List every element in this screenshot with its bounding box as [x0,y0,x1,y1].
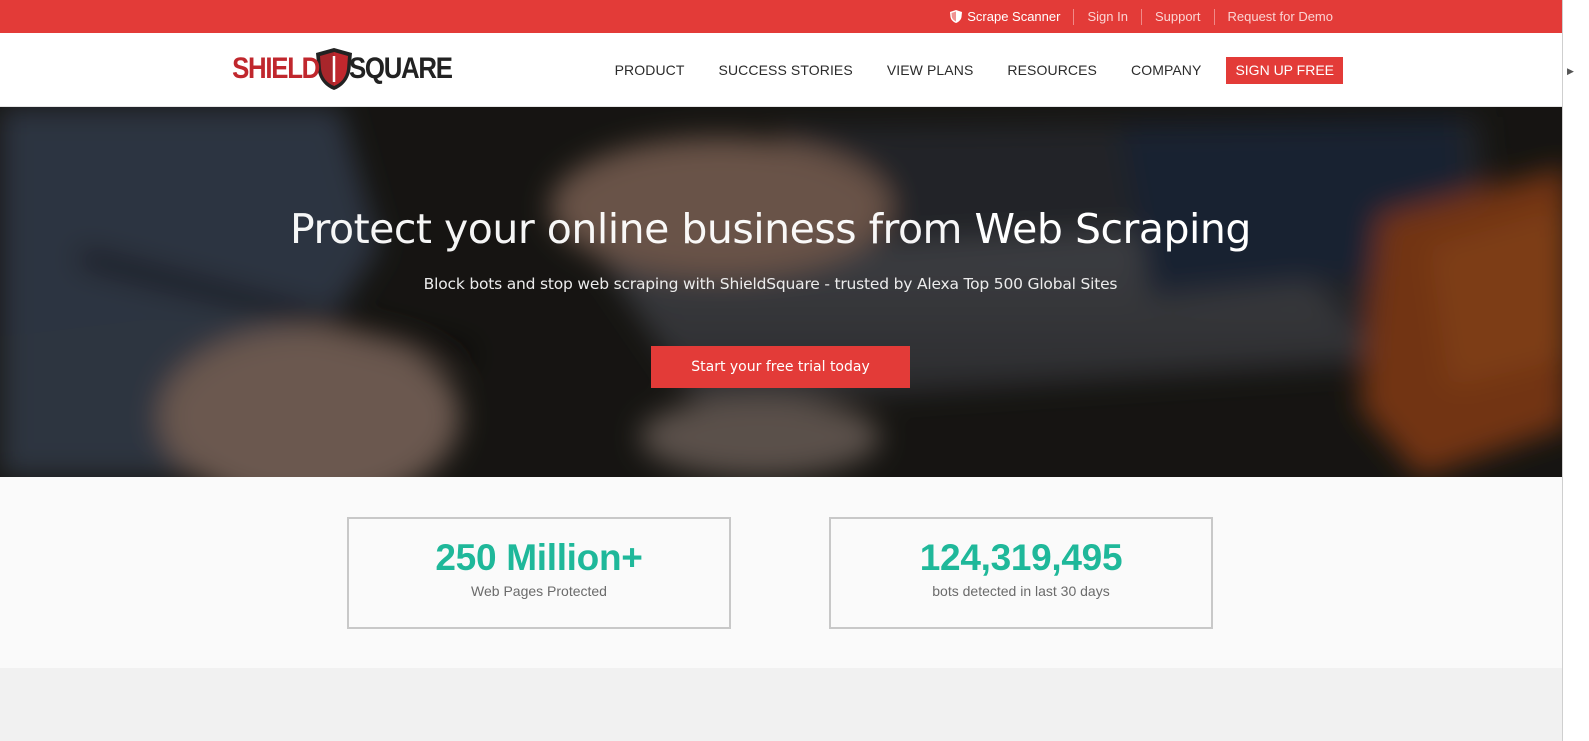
utility-links: Scrape Scanner Sign In Support Request f… [937,0,1346,33]
hero-subtitle: Block bots and stop web scraping with Sh… [423,275,1118,293]
main-nav: PRODUCT SUCCESS STORIES VIEW PLANS RESOU… [581,33,1343,107]
support-link[interactable]: Support [1140,8,1214,25]
stat-value: 124,319,495 [919,537,1123,578]
stats-section: 250 Million+ Web Pages Protected 124,319… [0,477,1562,668]
nav-item-company[interactable]: COMPANY [1131,62,1201,78]
stat-label: Web Pages Protected [471,583,607,599]
hero-title-lead: Protect your online business from [290,205,962,253]
stat-card-bots-detected: 124,319,495 bots detected in last 30 day… [829,517,1213,629]
nav-item-product[interactable]: PRODUCT [615,62,685,78]
stat-value: 250 Million+ [435,537,643,578]
shieldsquare-logo[interactable]: SHIELD SQUARE [218,44,468,94]
logo-text-square: SQUARE [349,52,453,85]
sign-up-free-button[interactable]: SIGN UP FREE [1226,56,1343,84]
top-utility-bar: Scrape Scanner Sign In Support Request f… [0,0,1568,33]
request-demo-link[interactable]: Request for Demo [1213,8,1347,25]
nav-item-success-stories[interactable]: SUCCESS STORIES [719,62,853,78]
hero-section: Protect your online business from Web Sc… [0,107,1568,477]
scroll-arrow-icon: ▶ [1567,66,1574,76]
shield-logo-icon [316,48,353,90]
stat-card-pages-protected: 250 Million+ Web Pages Protected [347,517,731,629]
hero-title-emphasis: Web Scraping [974,205,1252,253]
sign-in-link[interactable]: Sign In [1073,8,1140,25]
start-free-trial-button[interactable]: Start your free trial today [651,346,910,388]
stat-label: bots detected in last 30 days [932,583,1110,599]
scrape-scanner-label: Scrape Scanner [967,8,1061,24]
hero-title: Protect your online business from Web Sc… [0,205,1541,253]
shield-icon [950,10,963,23]
logo-text-shield: SHIELD [232,52,320,85]
nav-item-resources[interactable]: RESOURCES [1007,62,1097,78]
next-section [0,668,1562,741]
scrape-scanner-link[interactable]: Scrape Scanner [937,9,1073,25]
window-scrollbar[interactable]: ▶ [1562,0,1589,741]
main-header: SHIELD SQUARE PRODUCT SUCCESS STORIES VI… [0,33,1568,107]
nav-item-view-plans[interactable]: VIEW PLANS [887,62,974,78]
